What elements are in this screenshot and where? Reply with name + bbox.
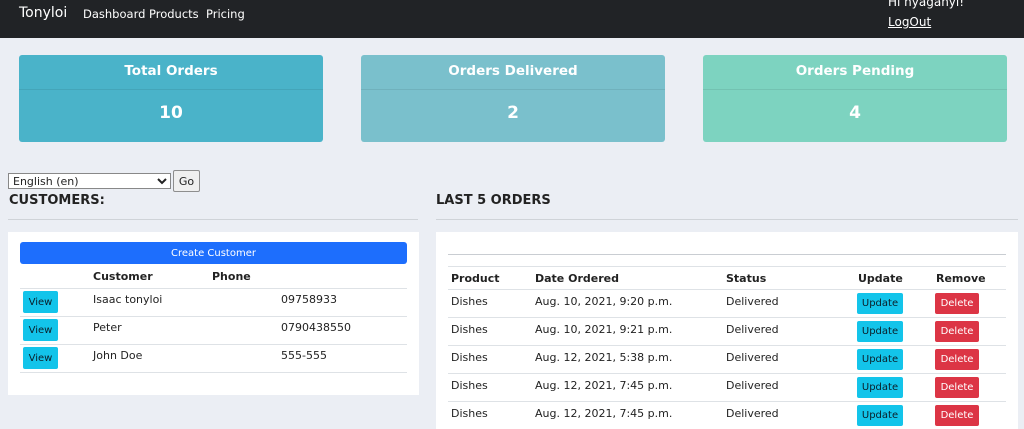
create-customer-button[interactable]: Create Customer (20, 242, 407, 264)
order-status: Delivered (726, 295, 779, 308)
order-product: Dishes (451, 407, 488, 420)
order-product: Dishes (451, 351, 488, 364)
orders-header-date: Date Ordered (535, 272, 619, 285)
customers-divider (8, 219, 418, 220)
delete-order-button[interactable]: Delete (935, 377, 979, 398)
delete-order-button[interactable]: Delete (935, 349, 979, 370)
brand-link[interactable]: Tonyloi (19, 5, 67, 21)
language-select[interactable]: English (en) (8, 173, 171, 189)
customers-title: CUSTOMERS: (9, 193, 105, 208)
order-date: Aug. 10, 2021, 9:21 p.m. (535, 323, 673, 336)
logout-link[interactable]: LogOut (888, 15, 931, 29)
table-row-divider (20, 316, 407, 317)
customer-name: John Doe (93, 349, 143, 362)
table-row-divider (20, 288, 407, 289)
table-row-divider (448, 317, 1006, 318)
customer-phone: 555-555 (281, 349, 327, 362)
stat-card-label: Orders Pending (703, 55, 1007, 90)
orders-top-divider (448, 254, 1006, 255)
customers-header-phone: Phone (212, 270, 251, 283)
order-date: Aug. 12, 2021, 5:38 p.m. (535, 351, 673, 364)
update-order-button[interactable]: Update (857, 293, 903, 314)
greeting-text: Hi nyaganyi! (888, 0, 965, 9)
orders-header-update: Update (858, 272, 903, 285)
delete-order-button[interactable]: Delete (935, 321, 979, 342)
order-date: Aug. 12, 2021, 7:45 p.m. (535, 379, 673, 392)
order-status: Delivered (726, 379, 779, 392)
nav-link-dashboard[interactable]: Dashboard (83, 7, 145, 21)
nav-link-products[interactable]: Products (149, 7, 199, 21)
stat-card-total-orders: Total Orders 10 (19, 55, 323, 142)
language-go-button[interactable]: Go (173, 170, 200, 192)
view-customer-button[interactable]: View (23, 347, 58, 369)
customer-phone: 0790438550 (281, 321, 351, 334)
order-status: Delivered (726, 407, 779, 420)
update-order-button[interactable]: Update (857, 349, 903, 370)
table-row-divider (20, 344, 407, 345)
update-order-button[interactable]: Update (857, 377, 903, 398)
stat-card-value: 4 (849, 103, 861, 123)
table-row-divider (448, 345, 1006, 346)
customer-phone: 09758933 (281, 293, 337, 306)
table-row-divider (448, 266, 1006, 267)
view-customer-button[interactable]: View (23, 291, 58, 313)
update-order-button[interactable]: Update (857, 321, 903, 342)
stat-card-orders-delivered: Orders Delivered 2 (361, 55, 665, 142)
order-product: Dishes (451, 379, 488, 392)
orders-header-status: Status (726, 272, 767, 285)
delete-order-button[interactable]: Delete (935, 293, 979, 314)
delete-order-button[interactable]: Delete (935, 405, 979, 426)
order-date: Aug. 12, 2021, 7:45 p.m. (535, 407, 673, 420)
update-order-button[interactable]: Update (857, 405, 903, 426)
stat-card-value: 2 (507, 103, 519, 123)
order-status: Delivered (726, 323, 779, 336)
stat-card-orders-pending: Orders Pending 4 (703, 55, 1007, 142)
customer-name: Peter (93, 321, 122, 334)
stat-card-label: Total Orders (19, 55, 323, 90)
table-row-divider (20, 372, 407, 373)
table-row-divider (448, 289, 1006, 290)
order-product: Dishes (451, 295, 488, 308)
orders-title: LAST 5 ORDERS (436, 193, 551, 208)
orders-header-product: Product (451, 272, 500, 285)
customer-name: Isaac tonyloi (93, 293, 163, 306)
order-date: Aug. 10, 2021, 9:20 p.m. (535, 295, 673, 308)
table-row-divider (448, 373, 1006, 374)
nav-link-pricing[interactable]: Pricing (206, 7, 245, 21)
customers-header-customer: Customer (93, 270, 153, 283)
orders-header-remove: Remove (936, 272, 986, 285)
order-status: Delivered (726, 351, 779, 364)
order-product: Dishes (451, 323, 488, 336)
stat-card-value: 10 (159, 103, 183, 123)
view-customer-button[interactable]: View (23, 319, 58, 341)
orders-divider (436, 219, 1018, 220)
table-row-divider (448, 401, 1006, 402)
navbar: Tonyloi Dashboard Products Pricing Hi ny… (0, 0, 1024, 38)
stat-card-label: Orders Delivered (361, 55, 665, 90)
